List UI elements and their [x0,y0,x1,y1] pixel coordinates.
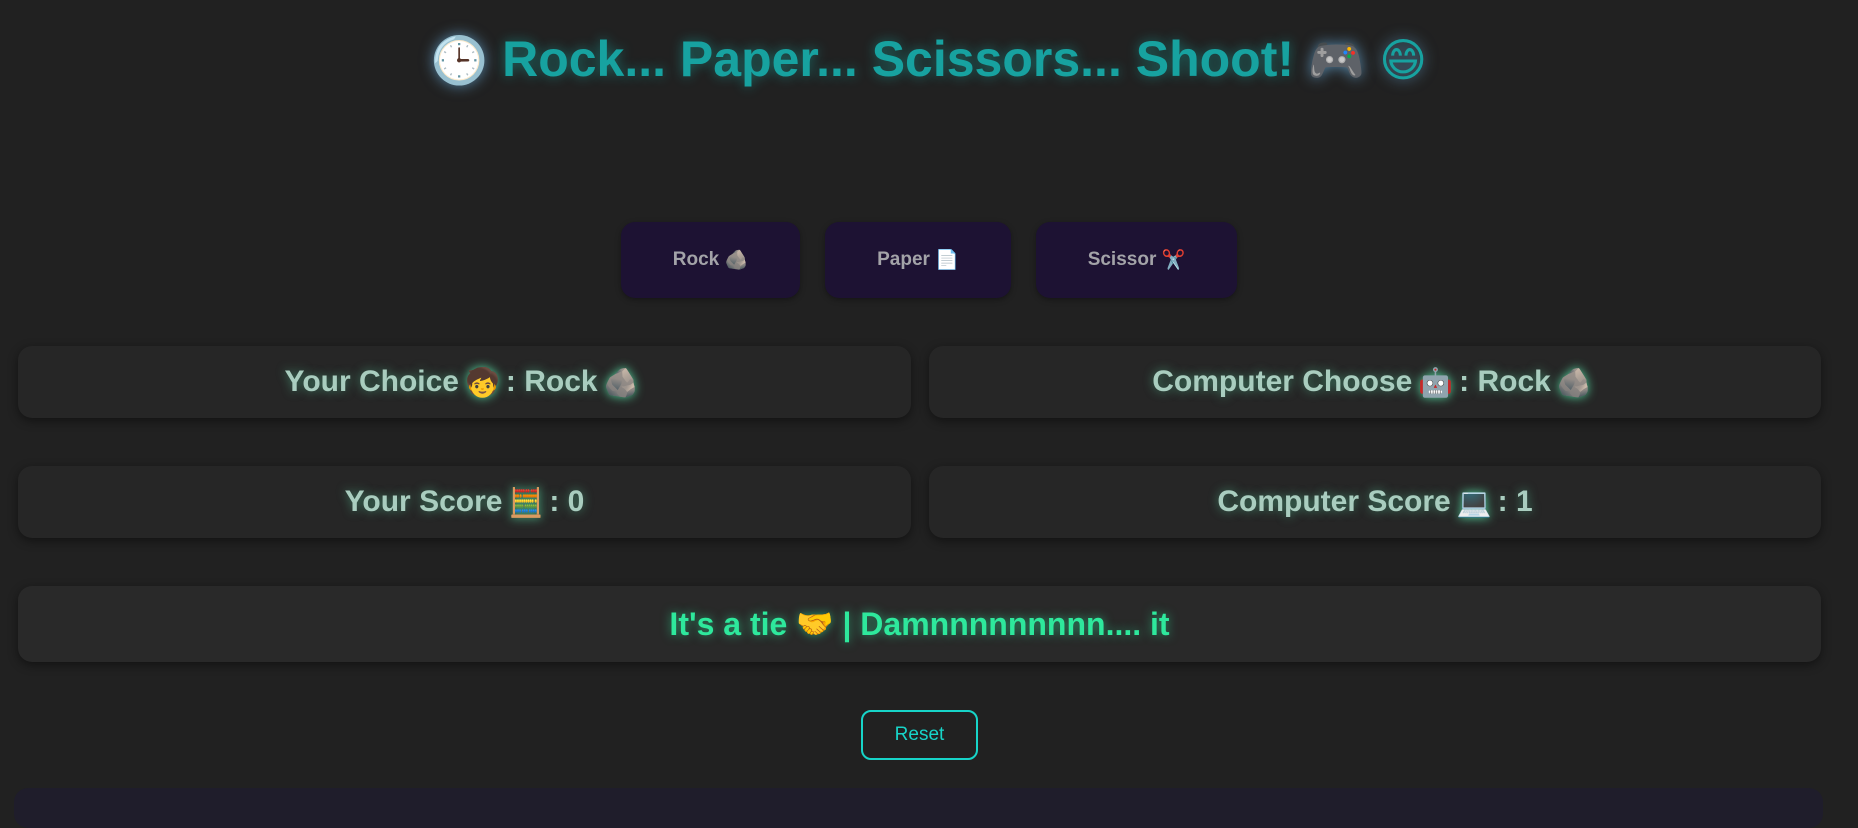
result-text-end: | Damnnnnnnnnn.... it [842,605,1170,642]
game-controller-icon: 🎮 [1307,34,1366,86]
bottom-panel [14,788,1823,828]
robot-icon: 🤖 [1418,366,1454,398]
computer-choice-value: Rock [1477,365,1551,398]
rock-icon: 🪨 [1556,366,1592,398]
paper-button-label: Paper [877,249,930,270]
page-title: 🕒 Rock... Paper... Scissors... Shoot! 🎮 … [0,30,1858,88]
result-message: It's a tie 🤝 | Damnnnnnnnnn.... it [18,586,1821,662]
rock-button[interactable]: Rock 🪨 [621,222,800,298]
your-choice-value: Rock [524,365,598,398]
paper-button[interactable]: Paper 📄 [825,222,1011,298]
computer-choice-label: Computer Choose [1152,365,1413,398]
child-icon: 🧒 [465,366,500,398]
your-choice-label: Your Choice [284,365,459,398]
computer-score-card: Computer Score 💻 : 1 [929,466,1821,538]
rock-button-label: Rock [672,249,720,270]
your-score-label: Your Score [344,485,503,518]
computer-choice-card: Computer Choose 🤖 : Rock 🪨 [929,346,1821,418]
your-score-separator: : [549,485,560,518]
paper-icon: 📄 [935,250,959,271]
your-score-value: 0 [567,485,585,518]
choice-buttons: Rock 🪨 Paper 📄 Scissor ✂️ [0,222,1858,298]
computer-choice-separator: : [1459,365,1470,398]
reset-button[interactable]: Reset [861,710,978,760]
computer-score-separator: : [1497,485,1508,518]
handshake-icon: 🤝 [796,607,834,641]
your-choice-card: Your Choice 🧒 : Rock 🪨 [18,346,911,418]
your-score-card: Your Score 🧮 : 0 [18,466,911,538]
computer-score-value: 1 [1515,485,1533,518]
scissor-button-label: Scissor [1087,249,1157,270]
rock-icon: 🪨 [724,250,749,271]
laptop-icon: 💻 [1456,486,1492,518]
result-text-start: It's a tie [669,605,788,642]
scissor-button[interactable]: Scissor ✂️ [1036,222,1237,298]
grinning-face-icon: 😄 [1379,34,1428,86]
abacus-icon: 🧮 [508,486,544,518]
your-choice-separator: : [505,365,516,398]
scissors-icon: ✂️ [1161,250,1186,271]
computer-score-label: Computer Score [1217,485,1451,518]
clock-icon: 🕒 [430,34,489,86]
rock-icon: 🪨 [603,366,639,398]
title-text: Rock... Paper... Scissors... Shoot! [502,31,1295,87]
